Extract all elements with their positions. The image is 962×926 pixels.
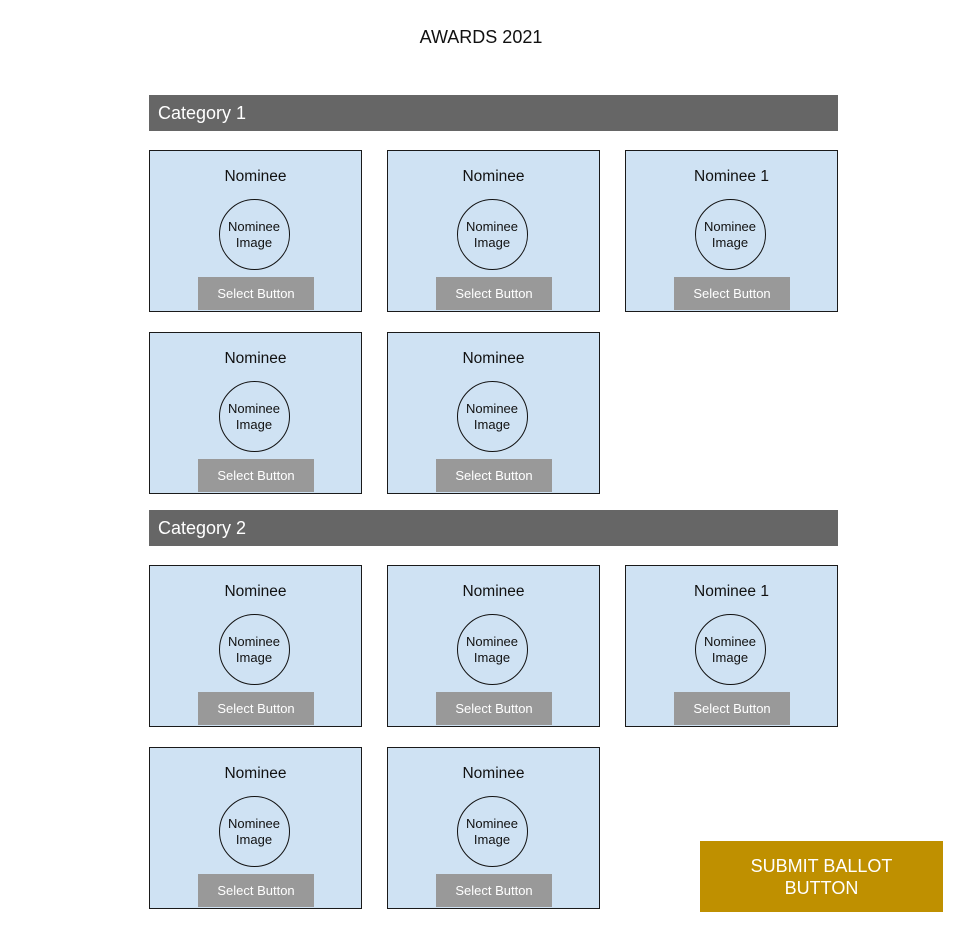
nominee-name: Nominee [462,350,525,367]
nominee-card: Nominee Nominee Image Select Button [387,565,600,727]
select-button[interactable]: Select Button [198,277,314,310]
nominee-image: Nominee Image [218,796,290,867]
category-header-1: Category 1 [149,95,838,131]
nominee-image: Nominee Image [456,381,528,452]
nominee-image: Nominee Image [694,614,766,685]
nominee-image: Nominee Image [694,199,766,270]
nominee-image: Nominee Image [218,199,290,270]
nominee-card: Nominee Nominee Image Select Button [387,332,600,494]
select-button[interactable]: Select Button [674,692,790,725]
nominee-card: Nominee Nominee Image Select Button [149,565,362,727]
select-button[interactable]: Select Button [674,277,790,310]
nominee-image: Nominee Image [456,199,528,270]
nominee-card: Nominee Nominee Image Select Button [387,747,600,909]
nominee-card: Nominee Nominee Image Select Button [149,332,362,494]
nominee-card: Nominee 1 Nominee Image Select Button [625,565,838,727]
nominee-name: Nominee 1 [694,583,769,600]
nominee-card: Nominee Nominee Image Select Button [387,150,600,312]
nominee-image: Nominee Image [456,614,528,685]
select-button[interactable]: Select Button [198,692,314,725]
select-button[interactable]: Select Button [436,459,552,492]
page-title: AWARDS 2021 [419,27,543,47]
nominee-name: Nominee [224,168,287,185]
nominee-image: Nominee Image [456,796,528,867]
nominee-name: Nominee 1 [694,168,769,185]
nominee-card: Nominee Nominee Image Select Button [149,150,362,312]
nominee-name: Nominee [224,350,287,367]
nominee-name: Nominee [224,583,287,600]
nominee-name: Nominee [462,765,525,782]
nominee-name: Nominee [462,168,525,185]
nominee-image: Nominee Image [218,381,290,452]
nominee-image: Nominee Image [218,614,290,685]
nominee-card: Nominee 1 Nominee Image Select Button [625,150,838,312]
nominee-card: Nominee Nominee Image Select Button [149,747,362,909]
category-header-2: Category 2 [149,510,838,546]
nominee-name: Nominee [224,765,287,782]
nominee-name: Nominee [462,583,525,600]
select-button[interactable]: Select Button [198,459,314,492]
select-button[interactable]: Select Button [198,874,314,907]
submit-ballot-button[interactable]: SUBMIT BALLOT BUTTON [700,841,943,912]
select-button[interactable]: Select Button [436,874,552,907]
select-button[interactable]: Select Button [436,277,552,310]
select-button[interactable]: Select Button [436,692,552,725]
